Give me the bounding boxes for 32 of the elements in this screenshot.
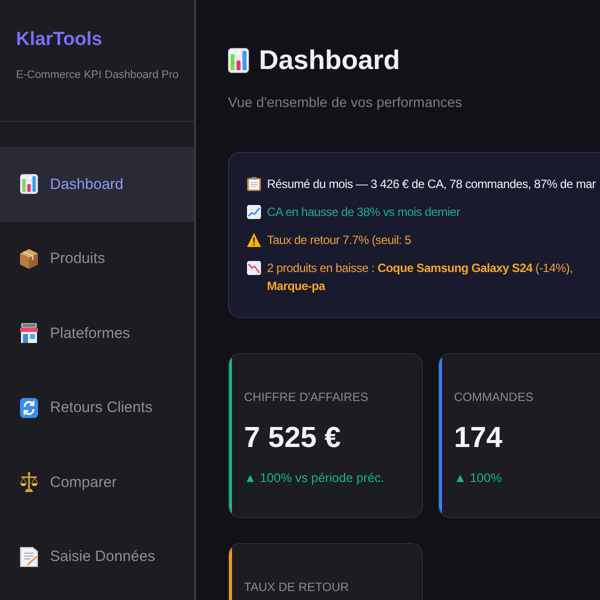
kpi-value: 174 (454, 421, 504, 455)
nav-item[interactable]: Saisie Données (0, 520, 194, 594)
kpi-change: ▲ 100% (454, 470, 503, 487)
app-logo: KlarTools (16, 28, 104, 52)
bar-chart-icon (228, 48, 249, 72)
scales-icon (20, 472, 38, 492)
nav-item[interactable]: Retours Clients (0, 370, 194, 445)
nav-item[interactable]: Produits (0, 222, 194, 296)
kpi-change: ▲ 100% vs période préc. (244, 470, 384, 487)
app-tagline: E-Commerce KPI Dashboard Pro (16, 68, 180, 83)
nav-item[interactable]: Plateformes (0, 296, 194, 370)
insight-text: Résumé du mois — 3 426 € de CA, 78 commandes, 87% de mar (267, 176, 596, 193)
insight-text: Taux de retour 7.7% (seuil: 5 (267, 232, 412, 249)
page-title: Dashboard (259, 44, 400, 77)
chart-up-icon (247, 205, 261, 219)
nav-item[interactable]: Comparer (0, 445, 194, 520)
page-subtitle: Vue d'ensemble de vos performances (228, 93, 464, 112)
bar-chart-icon (20, 174, 38, 194)
nav-item[interactable]: Dashboard (0, 147, 194, 222)
kpi-label: COMMANDES (454, 389, 534, 405)
kpi-value: 7 525 € (244, 421, 342, 455)
kpi-label: CHIFFRE D'AFFAIRES (244, 389, 370, 405)
clipboard-icon (247, 177, 261, 191)
insight-text: 2 produits en baisse : Coque Samsung Galaxy S24 (-14%), Marque-pa (267, 260, 574, 295)
refresh-icon (20, 398, 38, 418)
warning-icon (247, 233, 261, 247)
kpi-label: TAUX DE RETOUR (244, 579, 349, 595)
store-icon (20, 323, 38, 344)
chart-down-icon (247, 261, 261, 275)
document-pencil-icon (20, 546, 38, 567)
box-icon (20, 248, 38, 269)
insight-text: CA en hausse de 38% vs mois dernier (267, 204, 460, 221)
